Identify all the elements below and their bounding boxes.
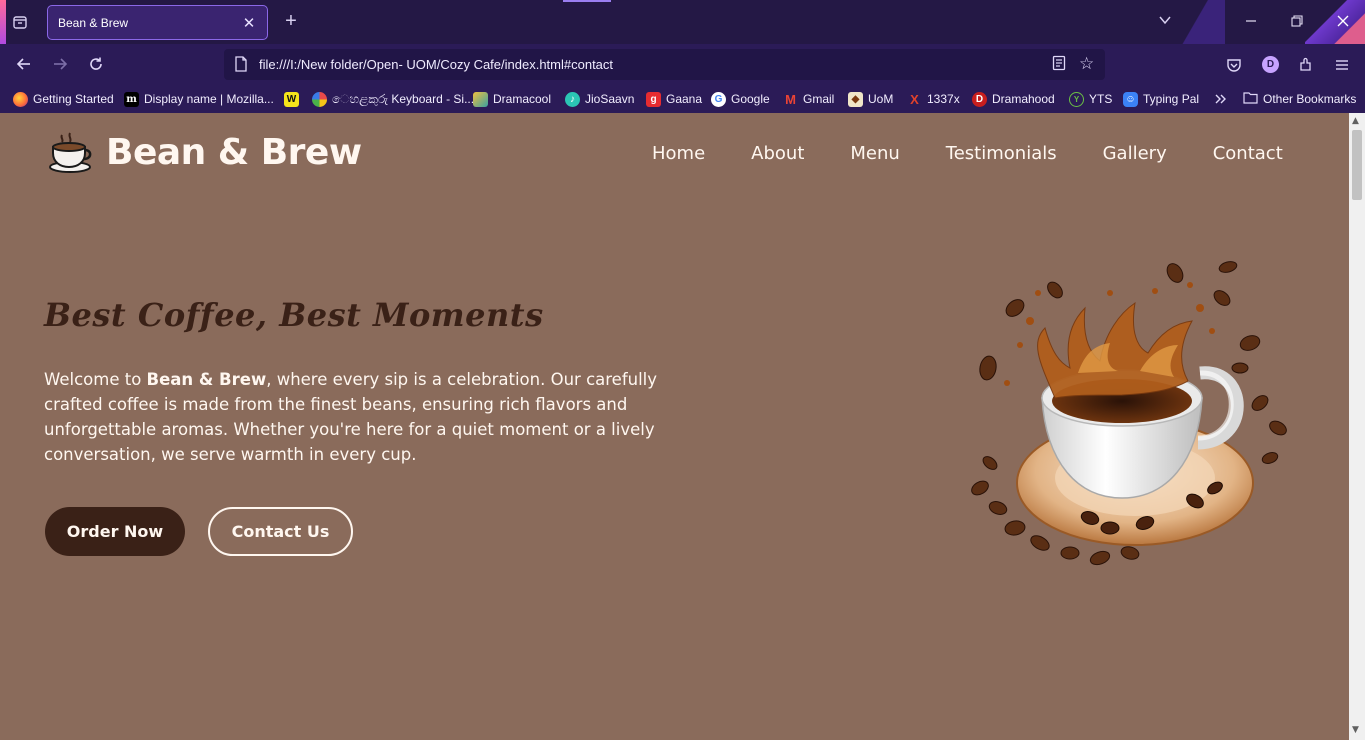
nav-menu[interactable]: Menu [850, 143, 899, 164]
bookmark-helakuru[interactable]: ෙහළකුරු Keyboard - Si... [312, 90, 474, 108]
bookmark-label: Other Bookmarks [1263, 92, 1357, 106]
nav-home[interactable]: Home [652, 143, 705, 164]
bookmark-yts[interactable]: Y YTS [1069, 90, 1112, 108]
brand-name: Bean & Brew [106, 131, 362, 173]
bookmark-uom[interactable]: ◆ UoM [848, 90, 893, 108]
bookmark-w[interactable]: W [284, 90, 299, 108]
mozilla-m-icon: m [124, 91, 139, 107]
bookmarks-toolbar: Getting Started m Display name | Mozilla… [0, 84, 1365, 113]
yts-icon: Y [1069, 91, 1084, 107]
bookmark-gaana[interactable]: g Gaana [646, 90, 702, 108]
dramahood-icon: D [972, 91, 987, 107]
menu-icon[interactable] [1331, 54, 1353, 76]
hero-headline: Best Coffee, Best Moments [44, 296, 544, 334]
bookmark-label: Dramahood [992, 92, 1055, 106]
bookmark-label: Dramacool [493, 92, 552, 106]
pocket-icon[interactable] [1223, 54, 1245, 76]
browser-tab[interactable]: Bean & Brew ✕ [47, 5, 268, 40]
coffee-cup-icon [49, 132, 92, 173]
order-now-button[interactable]: Order Now [45, 507, 185, 556]
close-tab-icon[interactable]: ✕ [241, 14, 257, 32]
tab-title: Bean & Brew [58, 15, 129, 30]
tab-strip: Bean & Brew ✕ + [0, 0, 1365, 44]
bookmarks-overflow-icon[interactable] [1214, 90, 1228, 108]
extensions-icon[interactable] [1295, 54, 1317, 76]
bookmark-gmail[interactable]: M Gmail [783, 90, 834, 108]
gmail-icon: M [785, 91, 796, 107]
nav-gallery[interactable]: Gallery [1103, 143, 1167, 164]
bookmark-label: 1337x [927, 92, 960, 106]
hero-intro: Welcome to Bean & Brew, where every sip … [44, 367, 694, 467]
other-bookmarks[interactable]: Other Bookmarks [1243, 90, 1356, 108]
chevron-down-icon[interactable] [1158, 12, 1178, 32]
page-scrollbar[interactable]: ▲ ▼ [1349, 113, 1365, 740]
page-icon [234, 56, 248, 76]
page-viewport: Bean & Brew Home About Menu Testimonials… [0, 113, 1349, 740]
typingpal-icon: ☺ [1123, 91, 1138, 107]
theme-accent [0, 0, 6, 44]
scroll-down-arrow-icon[interactable]: ▼ [1352, 725, 1359, 735]
nav-contact[interactable]: Contact [1213, 143, 1283, 164]
close-window-button[interactable] [1332, 10, 1354, 32]
bookmark-jiosaavn[interactable]: ♪ JioSaavn [565, 90, 634, 108]
bookmark-typing-pal[interactable]: ☺ Typing Pal [1123, 90, 1199, 108]
intro-brand: Bean & Brew [146, 370, 267, 389]
forward-icon[interactable] [48, 52, 72, 76]
bookmark-mozilla[interactable]: m Display name | Mozilla... [124, 90, 274, 108]
bookmark-label: YTS [1089, 92, 1113, 106]
flower-icon [312, 91, 327, 107]
active-indicator [563, 0, 611, 2]
intro-text: Welcome to [44, 370, 147, 389]
nav-about[interactable]: About [751, 143, 804, 164]
folder-icon [1243, 91, 1258, 107]
reload-icon[interactable] [84, 52, 108, 76]
scrollbar-thumb[interactable] [1352, 130, 1362, 200]
contact-us-button[interactable]: Contact Us [208, 507, 353, 556]
bookmark-dramacool[interactable]: Dramacool [473, 90, 551, 108]
bookmark-dramahood[interactable]: D Dramahood [972, 90, 1055, 108]
bookmark-label: UoM [868, 92, 894, 106]
bookmark-label: JioSaavn [585, 92, 635, 106]
jiosaavn-icon: ♪ [565, 91, 580, 107]
reader-view-icon[interactable] [1052, 55, 1066, 75]
bookmark-star-icon[interactable]: ☆ [1079, 54, 1094, 74]
bookmark-label: Gmail [803, 92, 835, 106]
coffee-splash-image [971, 261, 1287, 566]
tab-manager-icon[interactable] [8, 10, 32, 34]
uom-crest-icon: ◆ [848, 91, 863, 107]
bookmark-getting-started[interactable]: Getting Started [13, 90, 114, 108]
bookmark-google[interactable]: G Google [711, 90, 770, 108]
minimize-button[interactable] [1240, 10, 1262, 32]
restore-button[interactable] [1286, 10, 1308, 32]
x-icon: X [910, 91, 919, 107]
url-text[interactable]: file:///I:/New folder/Open- UOM/Cozy Caf… [259, 57, 613, 72]
site-logo[interactable]: Bean & Brew [48, 131, 362, 173]
new-tab-button[interactable]: + [280, 10, 302, 34]
gaana-icon: g [646, 91, 661, 107]
bookmark-label: Display name | Mozilla... [144, 92, 274, 106]
back-icon[interactable] [12, 52, 36, 76]
address-bar[interactable]: file:///I:/New folder/Open- UOM/Cozy Caf… [224, 49, 1105, 80]
w-square-icon: W [284, 91, 299, 107]
site-navigation: Home About Menu Testimonials Gallery Con… [652, 143, 1329, 164]
bookmark-label: Gaana [666, 92, 703, 106]
nav-testimonials[interactable]: Testimonials [946, 143, 1057, 164]
bookmark-label: Getting Started [33, 92, 114, 106]
firefox-icon [13, 91, 28, 107]
scroll-up-arrow-icon[interactable]: ▲ [1352, 116, 1359, 126]
google-icon: G [711, 91, 726, 107]
account-avatar[interactable]: D [1262, 56, 1279, 73]
dramacool-icon [473, 91, 488, 107]
bookmark-label: ෙහළකුරු Keyboard - Si... [332, 91, 475, 106]
bookmark-label: Google [731, 92, 770, 106]
bookmark-label: Typing Pal [1143, 92, 1200, 106]
bookmark-1337x[interactable]: X 1337x [907, 90, 960, 108]
